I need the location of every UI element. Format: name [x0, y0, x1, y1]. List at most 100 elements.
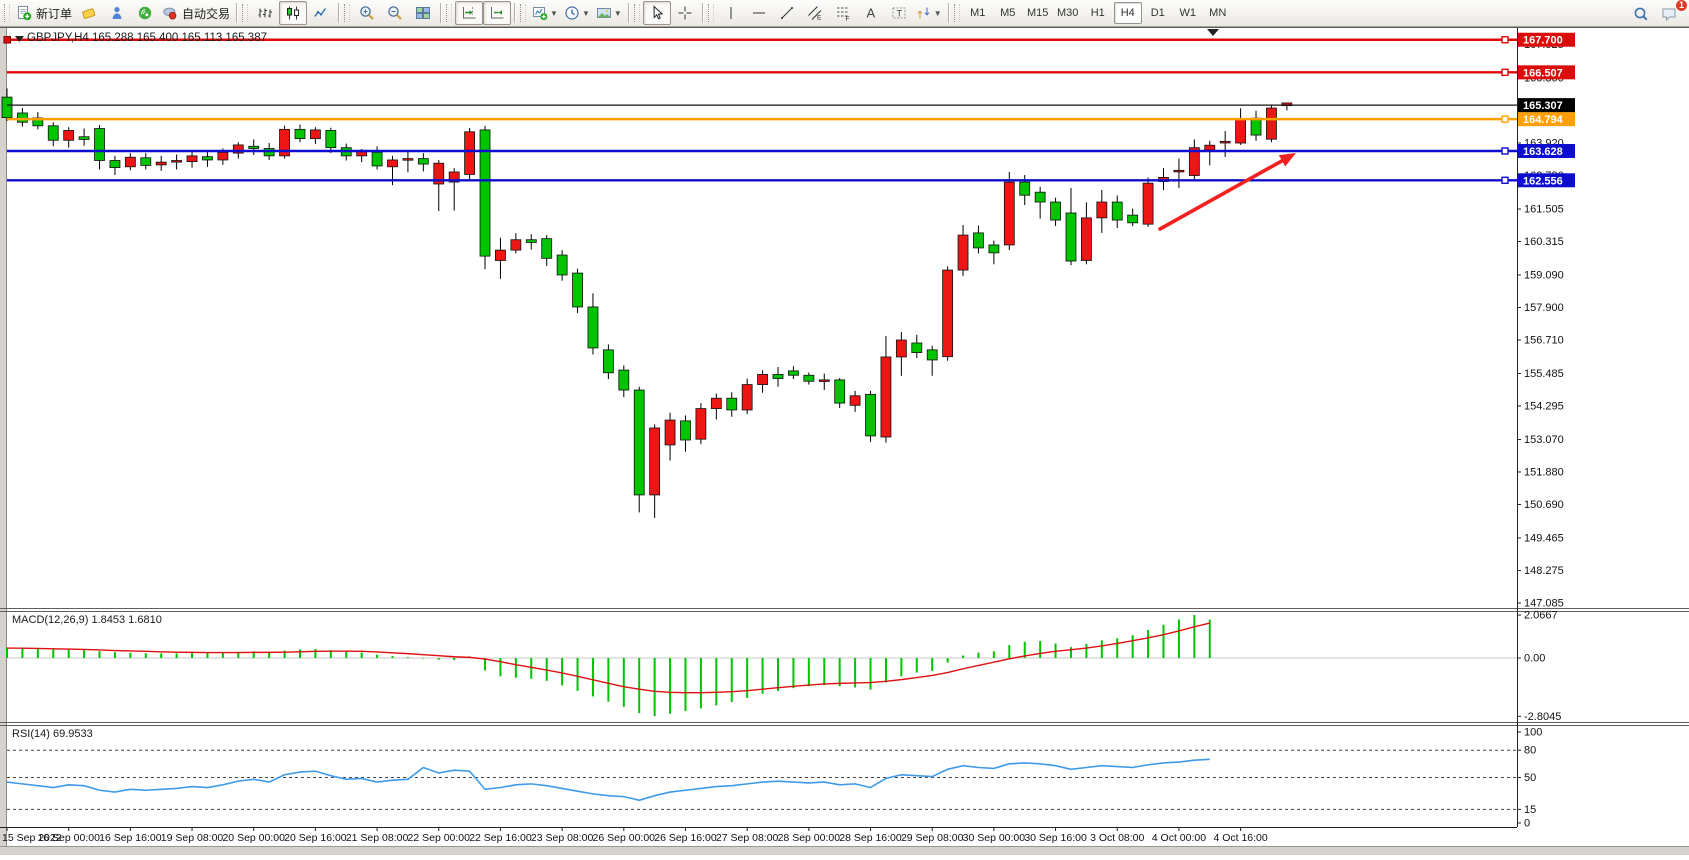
candle-body — [912, 343, 922, 353]
price-tick-label: 147.085 — [1524, 597, 1564, 609]
trendline-button[interactable] — [773, 1, 801, 25]
cursor-button[interactable] — [643, 1, 671, 25]
crosshair-button[interactable] — [671, 1, 699, 25]
fibonacci-button[interactable]: F — [829, 1, 857, 25]
candle-body — [742, 385, 752, 410]
candle-body — [557, 255, 567, 275]
candle-body — [326, 130, 336, 147]
candlestick-chart-button[interactable] — [279, 1, 307, 25]
line-handle-left[interactable] — [4, 37, 11, 44]
search-button[interactable] — [1627, 2, 1655, 26]
macd-axis-label: -2.8045 — [1524, 711, 1561, 723]
toolbar-separator — [702, 3, 703, 23]
line-handle[interactable] — [1502, 37, 1508, 43]
timeframe-label: M5 — [1000, 7, 1015, 19]
candle-body — [465, 132, 475, 175]
new-chart-button[interactable]: ▼ — [529, 1, 561, 25]
svg-text:E: E — [817, 15, 822, 22]
candle-body — [480, 130, 490, 256]
tile-windows-button[interactable] — [409, 1, 437, 25]
time-tick-label: 30 Sep 16:00 — [1024, 832, 1087, 844]
equidistant-channel-button[interactable]: E — [801, 1, 829, 25]
line-chart-button[interactable] — [307, 1, 335, 25]
tf-mn-button[interactable]: MN — [1204, 2, 1232, 24]
rsi-axis-label: 100 — [1524, 727, 1542, 739]
tf-d1-button[interactable]: D1 — [1144, 2, 1172, 24]
time-tick-label: 16 Sep 16:00 — [99, 832, 162, 844]
text-label-button[interactable]: T — [885, 1, 913, 25]
market-watch-button[interactable] — [103, 1, 131, 25]
new-chart-icon — [532, 5, 548, 21]
auto-scroll-button[interactable] — [483, 1, 511, 25]
time-tick-label: 16 Sep 00:00 — [37, 832, 100, 844]
toolbar-grip — [708, 4, 714, 22]
tf-m15-button[interactable]: M15 — [1024, 2, 1052, 24]
chart-bars-icon — [257, 5, 273, 21]
line-handle[interactable] — [1502, 177, 1508, 183]
tf-h4-button[interactable]: H4 — [1114, 2, 1142, 24]
bar-chart-button[interactable] — [251, 1, 279, 25]
text-button[interactable]: A — [857, 1, 885, 25]
candle-body — [727, 398, 737, 410]
candle-body — [773, 374, 783, 378]
autotrading-button[interactable]: 自动交易 — [159, 1, 233, 25]
arrows-button[interactable]: ▼ — [913, 1, 945, 25]
templates-button[interactable]: ▼ — [593, 1, 625, 25]
new-order-button[interactable]: 新订单 — [13, 1, 75, 25]
svg-text:F: F — [845, 16, 849, 22]
timeframe-label: W1 — [1179, 7, 1196, 19]
fibo-icon: F — [835, 5, 851, 21]
line-handle[interactable] — [1502, 148, 1508, 154]
toolbar-grip — [242, 4, 248, 22]
candle-body — [788, 371, 798, 375]
candle-body — [927, 350, 937, 360]
time-tick-label: 20 Sep 00:00 — [222, 832, 285, 844]
tf-m5-button[interactable]: M5 — [994, 2, 1022, 24]
text-a-icon: A — [863, 5, 879, 21]
candle-body — [881, 357, 891, 437]
candle-body — [973, 233, 983, 248]
price-tick-label: 156.710 — [1524, 335, 1564, 347]
svg-text:T: T — [896, 9, 902, 19]
candle-body — [2, 97, 12, 117]
chart-shift-button[interactable] — [455, 1, 483, 25]
candle-body — [172, 161, 182, 163]
toolbar-separator — [948, 3, 949, 23]
toolbar-separator — [628, 3, 629, 23]
candle-body — [95, 129, 105, 161]
window-left-edge — [0, 28, 6, 846]
candle-body — [650, 428, 660, 495]
ticket-button[interactable] — [75, 1, 103, 25]
tf-m1-button[interactable]: M1 — [964, 2, 992, 24]
candle-body — [495, 250, 505, 260]
notifications-button[interactable]: 1 — [1655, 2, 1683, 26]
candle-body — [403, 159, 413, 161]
candle-body — [141, 158, 151, 166]
timeframe-label: M1 — [970, 7, 985, 19]
window-bottom-edge — [0, 846, 1689, 855]
tf-h1-button[interactable]: H1 — [1084, 2, 1112, 24]
candle-body — [542, 239, 552, 259]
tf-m30-button[interactable]: M30 — [1054, 2, 1082, 24]
sound-alert-button[interactable] — [131, 1, 159, 25]
search-icon — [1633, 6, 1649, 22]
svg-text:167.700: 167.700 — [1523, 35, 1563, 47]
zoom-out-button[interactable] — [381, 1, 409, 25]
tf-w1-button[interactable]: W1 — [1174, 2, 1202, 24]
sound-icon — [137, 5, 153, 21]
time-tick-label: 19 Sep 08:00 — [161, 832, 224, 844]
periods-button[interactable]: ▼ — [561, 1, 593, 25]
candle-body — [511, 240, 521, 250]
toolbar-grip — [446, 4, 452, 22]
candle-body — [819, 380, 829, 382]
line-handle[interactable] — [1502, 116, 1508, 122]
line-handle[interactable] — [1502, 69, 1508, 75]
candle-body — [696, 409, 706, 440]
horizontal-line-button[interactable] — [745, 1, 773, 25]
vertical-line-button[interactable] — [717, 1, 745, 25]
candle-body — [372, 152, 382, 166]
candle-body — [758, 374, 768, 384]
zoom-in-button[interactable] — [353, 1, 381, 25]
rsi-axis-label: 15 — [1524, 804, 1536, 816]
rsi-label: RSI(14) 69.9533 — [12, 728, 93, 740]
